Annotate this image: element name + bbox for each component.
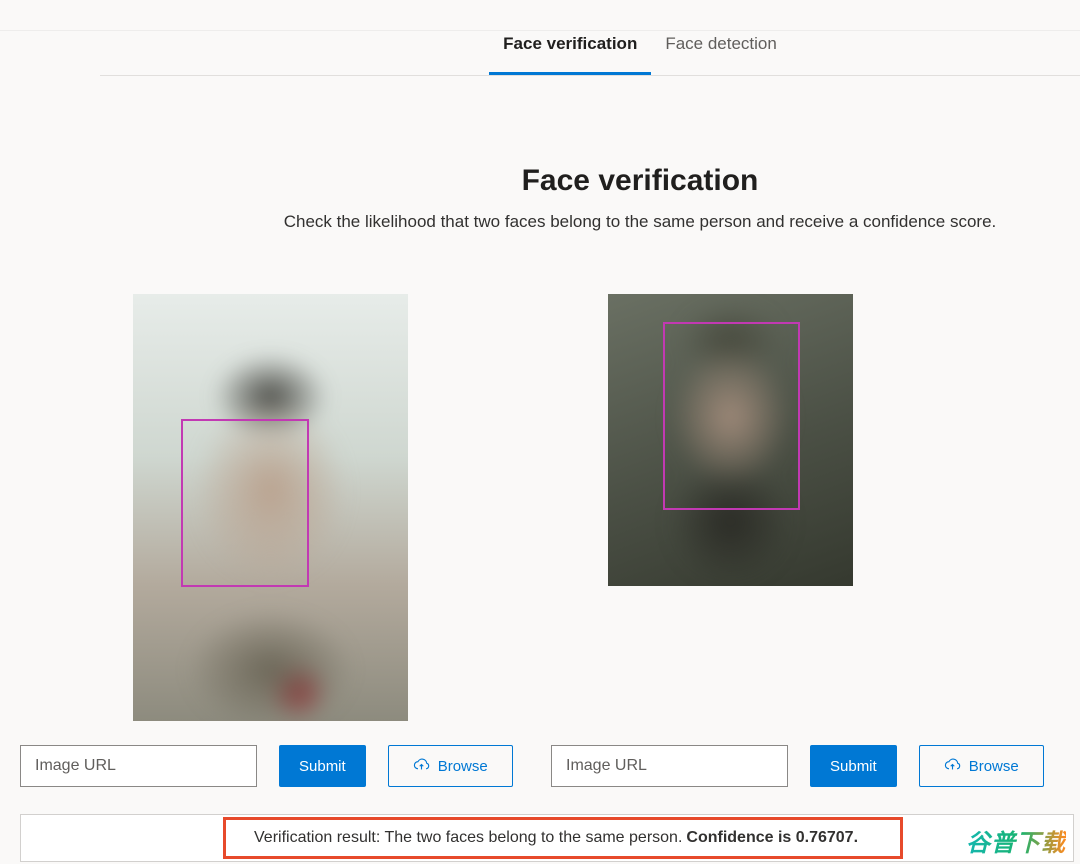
face-bounding-box-left — [181, 419, 309, 587]
images-row — [0, 294, 1080, 721]
result-bar: Verification result: The two faces belon… — [20, 814, 1074, 862]
input-group-right: Submit Browse — [551, 745, 1060, 787]
cloud-upload-icon — [413, 756, 430, 777]
page-heading: Face verification Check the likelihood t… — [100, 164, 1080, 232]
image-slot-right — [520, 294, 940, 586]
page-title: Face verification — [100, 164, 1080, 198]
face-bounding-box-right — [663, 322, 800, 510]
page-subtitle: Check the likelihood that two faces belo… — [100, 212, 1080, 232]
cloud-upload-icon — [944, 756, 961, 777]
result-highlight-box: Verification result: The two faces belon… — [223, 817, 903, 859]
browse-button-label: Browse — [969, 758, 1019, 775]
tab-face-verification[interactable]: Face verification — [489, 24, 651, 75]
result-text: Verification result: The two faces belon… — [254, 829, 682, 847]
tab-face-detection[interactable]: Face detection — [651, 24, 791, 75]
image-slot-left — [120, 294, 420, 721]
input-group-left: Submit Browse — [20, 745, 529, 787]
image-url-input-left[interactable] — [20, 745, 257, 787]
browse-button-right[interactable]: Browse — [919, 745, 1044, 787]
browse-button-label: Browse — [438, 758, 488, 775]
uploaded-image-left[interactable] — [133, 294, 408, 721]
image-url-input-right[interactable] — [551, 745, 788, 787]
submit-button-left[interactable]: Submit — [279, 745, 366, 787]
inputs-row: Submit Browse Submit Browse — [0, 745, 1080, 787]
uploaded-image-right[interactable] — [608, 294, 853, 586]
browse-button-left[interactable]: Browse — [388, 745, 513, 787]
result-confidence: Confidence is 0.76707. — [686, 829, 858, 847]
tabs: Face verification Face detection — [100, 24, 1080, 76]
submit-button-right[interactable]: Submit — [810, 745, 897, 787]
